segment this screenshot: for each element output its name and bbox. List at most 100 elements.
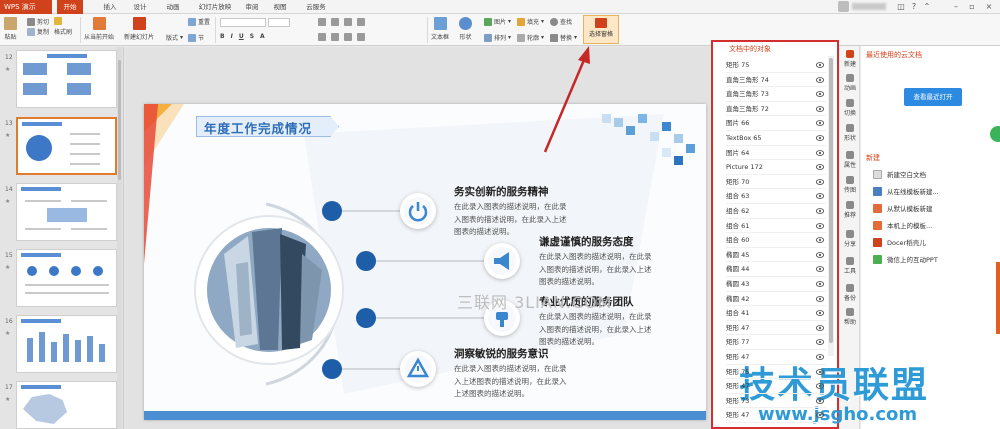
font-name-select[interactable]	[220, 18, 266, 27]
megaphone-icon[interactable]	[484, 243, 520, 279]
object-row[interactable]: Picture 172	[726, 160, 826, 175]
visibility-eye-icon[interactable]	[816, 237, 824, 244]
minimize-icon[interactable]: –	[950, 0, 962, 14]
visibility-eye-icon[interactable]	[816, 91, 824, 98]
arrange-button[interactable]: 排列 ▾	[484, 33, 511, 42]
visibility-eye-icon[interactable]	[816, 412, 824, 419]
find-button[interactable]: 查找	[550, 17, 572, 26]
vtab-upload-image[interactable]: 传图	[840, 176, 860, 194]
item-description[interactable]: 在此录入图表的描述说明，在此录入上述图表的描述说明，在此录入上述图表的描述说明。	[454, 363, 572, 401]
format-painter-button[interactable]	[54, 17, 62, 25]
strikethrough-button[interactable]: S	[250, 33, 254, 40]
visibility-eye-icon[interactable]	[816, 339, 824, 346]
object-row[interactable]: 矩形 73	[726, 394, 826, 409]
skin-icon[interactable]: ◫	[895, 0, 907, 14]
selection-pane-button[interactable]: 选择窗格	[583, 15, 619, 44]
visibility-eye-icon[interactable]	[816, 105, 824, 112]
visibility-eye-icon[interactable]	[816, 383, 824, 390]
docer-item[interactable]: Docer稻壳儿	[871, 237, 991, 253]
fill-button[interactable]: 填充 ▾	[517, 17, 544, 26]
tab-insert[interactable]: 插入	[98, 0, 122, 14]
visibility-eye-icon[interactable]	[816, 62, 824, 68]
tab-animation[interactable]: 动画	[161, 0, 185, 14]
vtab-properties[interactable]: 属性	[840, 151, 860, 169]
justify-icon[interactable]	[357, 33, 365, 41]
visibility-eye-icon[interactable]	[816, 324, 824, 331]
floating-assistant-icon[interactable]	[990, 126, 1000, 142]
object-row[interactable]: 椭圆 45	[726, 248, 826, 263]
new-from-online-template-item[interactable]: 从在线模板新建...	[871, 186, 991, 202]
bullets-icon[interactable]	[318, 18, 326, 26]
slide-thumbnail-14[interactable]	[16, 183, 117, 241]
slide-thumbnail-12[interactable]	[16, 50, 117, 108]
layout-button[interactable]: 版式 ▾	[166, 33, 183, 42]
item-description[interactable]: 在此录入图表的描述说明，在此录入图表的描述说明，在此录入上述图表的描述说明。	[454, 201, 572, 239]
object-row[interactable]: 组合 41	[726, 306, 826, 321]
tab-design[interactable]: 设计	[128, 0, 152, 14]
object-row[interactable]: 图片 64	[726, 146, 826, 161]
object-row[interactable]: 矩形 47	[726, 379, 826, 394]
vtab-share[interactable]: 分享	[840, 230, 860, 248]
vtab-shape[interactable]: 形状	[840, 124, 860, 142]
collapse-ribbon-icon[interactable]: ⌃	[921, 0, 933, 14]
visibility-eye-icon[interactable]	[816, 149, 824, 156]
visibility-eye-icon[interactable]	[816, 208, 824, 214]
visibility-eye-icon[interactable]	[816, 193, 824, 200]
object-row[interactable]: 矩形 75	[726, 58, 826, 73]
open-recent-button[interactable]: 查看最近打开	[904, 88, 962, 106]
power-icon[interactable]	[400, 193, 436, 229]
vtab-recommend[interactable]: 推荐	[840, 201, 860, 219]
outline-button[interactable]: 轮廓 ▾	[517, 33, 544, 42]
visibility-eye-icon[interactable]	[816, 295, 824, 302]
visibility-eye-icon[interactable]	[816, 76, 824, 83]
object-row[interactable]: 椭圆 43	[726, 277, 826, 292]
side-edge-tab[interactable]	[996, 262, 1000, 334]
local-template-item[interactable]: 本机上的模板...	[871, 220, 991, 236]
visibility-eye-icon[interactable]	[816, 310, 824, 317]
font-size-select[interactable]	[268, 18, 290, 27]
section-button[interactable]: 节	[188, 33, 204, 42]
vtab-backup[interactable]: 备份	[840, 284, 860, 302]
numbering-icon[interactable]	[331, 18, 339, 26]
tab-view[interactable]: 视图	[268, 0, 292, 14]
slide-thumbnail-16[interactable]	[16, 315, 117, 373]
object-row[interactable]: 组合 61	[726, 219, 826, 234]
cut-button[interactable]: 剪切	[27, 17, 49, 26]
object-row[interactable]: 直角三角形 74	[726, 73, 826, 88]
new-slide-button[interactable]: 新建幻灯片	[124, 17, 154, 41]
object-row[interactable]: TextBox 65	[726, 131, 826, 146]
maximize-icon[interactable]: ▫	[966, 0, 978, 14]
object-row[interactable]: 直角三角形 73	[726, 87, 826, 102]
slide[interactable]: 年度工作完成情况 务实创新的服务精神 在此录入图表的描述说明，在此录入图表的描述…	[144, 104, 706, 420]
vtab-new[interactable]: 新建	[840, 50, 860, 68]
tab-cloud[interactable]: 云服务	[300, 0, 332, 14]
tab-slideshow[interactable]: 幻灯片放映	[195, 0, 235, 14]
visibility-eye-icon[interactable]	[816, 281, 824, 287]
visibility-eye-icon[interactable]	[816, 397, 824, 404]
visibility-eye-icon[interactable]	[816, 135, 824, 141]
warning-icon[interactable]	[400, 351, 436, 387]
textbox-button[interactable]: 文本框	[431, 17, 449, 41]
shape-button[interactable]: 形状	[459, 17, 472, 41]
from-current-button[interactable]: 从当前开始	[84, 17, 114, 41]
thumbnail-scrollbar-thumb[interactable]	[118, 60, 121, 180]
visibility-eye-icon[interactable]	[816, 368, 824, 375]
object-row[interactable]: 组合 62	[726, 204, 826, 219]
vtab-tools[interactable]: 工具	[840, 257, 860, 275]
item-description[interactable]: 在此录入图表的描述说明，在此录入图表的描述说明，在此录入上述图表的描述说明。	[539, 251, 657, 289]
visibility-eye-icon[interactable]	[816, 354, 824, 360]
object-row[interactable]: 矩形 70	[726, 175, 826, 190]
object-row[interactable]: 椭圆 42	[726, 292, 826, 307]
visibility-eye-icon[interactable]	[816, 266, 824, 273]
object-row[interactable]: 矩形 77	[726, 335, 826, 350]
align-center-icon[interactable]	[331, 33, 339, 41]
selection-pane-scrollbar-thumb[interactable]	[829, 58, 833, 343]
slide-thumbnail-17[interactable]	[16, 381, 117, 429]
underline-button[interactable]: U	[239, 33, 244, 40]
vtab-transition[interactable]: 切换	[840, 99, 860, 117]
visibility-eye-icon[interactable]	[816, 120, 824, 127]
object-row[interactable]: 图片 66	[726, 116, 826, 131]
vtab-animation[interactable]: 动画	[840, 74, 860, 92]
replace-button[interactable]: 替换 ▾	[550, 33, 577, 42]
tab-review[interactable]: 审阅	[240, 0, 264, 14]
